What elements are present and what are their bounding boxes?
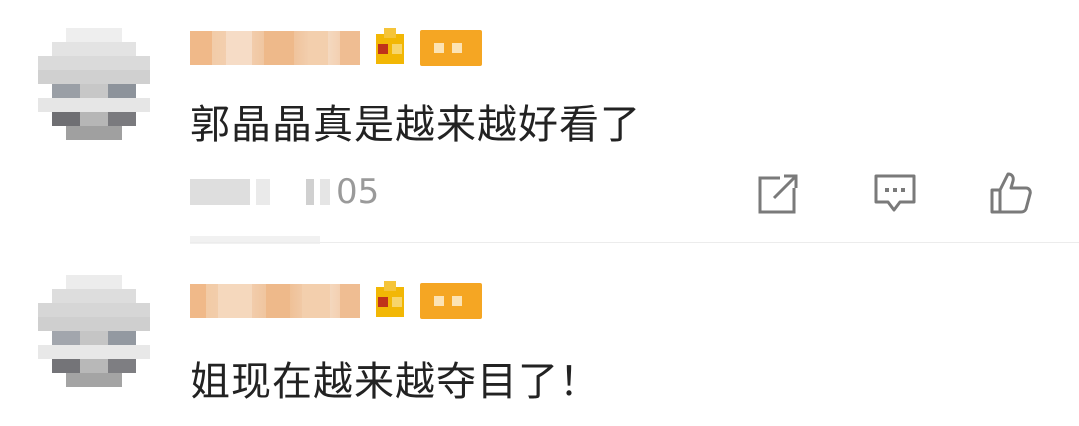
username[interactable] [190,281,482,321]
divider [190,242,1079,243]
vip-badge-icon [372,281,408,321]
avatar[interactable] [38,275,150,387]
comment-text: 姐现在越来越夺目了！ [190,359,600,405]
share-icon[interactable] [756,170,802,216]
thumbs-up-icon[interactable] [988,170,1034,216]
comment-icon[interactable] [872,170,918,216]
username-pixelated [190,284,360,318]
level-badge [420,283,482,319]
username-pixelated [190,31,360,65]
avatar[interactable] [38,28,150,140]
comment-meta: 05 [190,172,379,212]
vip-badge-icon [372,28,408,68]
comment-item[interactable]: 郭晶晶真是越来越好看了 05 [0,0,1079,245]
comment-time-pixelated [190,179,250,205]
comment-time: 05 [336,172,380,212]
comment-actions [686,170,1034,216]
username[interactable] [190,28,482,68]
comment-text: 郭晶晶真是越来越好看了 [190,102,641,148]
comment-item[interactable]: 姐现在越来越夺目了！ [0,245,1079,426]
level-badge [420,30,482,66]
